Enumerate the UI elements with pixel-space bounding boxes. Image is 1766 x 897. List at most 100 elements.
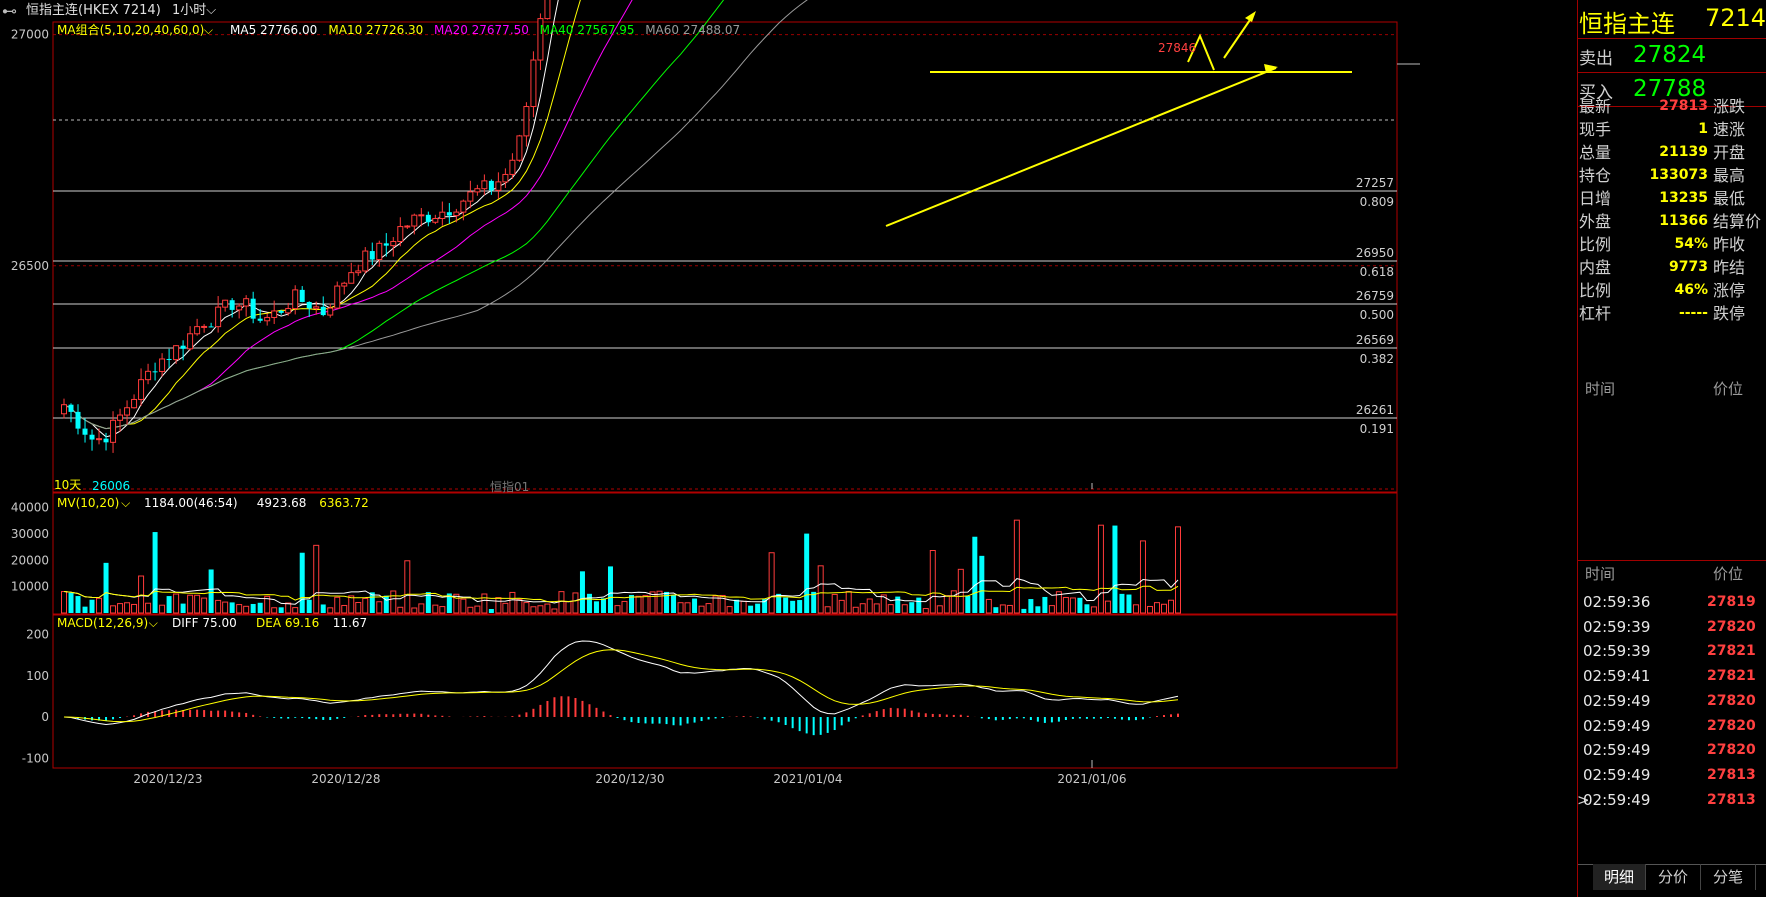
- volume-bar: [250, 603, 256, 613]
- quote-row-value: 11366: [1659, 213, 1708, 229]
- candle-body: [383, 243, 389, 246]
- tab-price-volume[interactable]: 分价: [1646, 864, 1701, 890]
- candlesticks: [61, 0, 551, 453]
- volume-bar: [824, 606, 831, 614]
- date-axis-label: 2020/12/28: [311, 772, 380, 786]
- volume-legend-value: 6363.72: [319, 496, 369, 510]
- ma-legend-value: MA5 27766.00: [230, 23, 317, 37]
- volume-bar: [600, 598, 606, 613]
- quote-row-label: 最新: [1579, 97, 1612, 116]
- candle-body: [502, 173, 509, 183]
- volume-bar: [313, 544, 320, 614]
- candle-body: [460, 200, 467, 213]
- price-panel-frame: [52, 21, 1398, 493]
- chart-area[interactable]: 27257 0.809 26950 0.618 26759 0.500 26569 0.382…: [0, 0, 1576, 897]
- quote-row: 日增 13235 最低: [1577, 187, 1766, 210]
- volume-bar: [68, 592, 74, 613]
- quote-columns-header: 时间 价位: [1577, 376, 1766, 402]
- fib-level-price: 26950: [1356, 246, 1394, 260]
- volume-bar: [901, 604, 908, 614]
- volume-bar: [1175, 526, 1181, 614]
- quote-row-value: 21139: [1659, 144, 1708, 160]
- volume-bar: [124, 602, 131, 614]
- date-axis-label: 2021/01/06: [1057, 772, 1126, 786]
- volume-bar: [1132, 604, 1139, 614]
- ticks-col-price: 价位: [1713, 565, 1744, 583]
- volume-bar: [1153, 602, 1160, 614]
- volume-bar: [460, 598, 467, 614]
- volume-bar: [432, 604, 439, 614]
- tick-row[interactable]: >02:59:49 27813: [1577, 786, 1761, 814]
- volume-bar: [488, 608, 494, 613]
- volume-bar: [1146, 605, 1153, 614]
- candle-body: [82, 428, 88, 435]
- quote-row: 最新 27813 涨跌: [1577, 95, 1766, 118]
- candle-body: [348, 272, 355, 284]
- volume-bar: [180, 603, 186, 613]
- chevron-down-icon: ⌵: [121, 496, 130, 510]
- volume-bar: [509, 591, 516, 614]
- volume-bar: [614, 605, 621, 614]
- candle-body: [278, 310, 284, 313]
- volume-bar: [558, 591, 565, 614]
- volume-bar: [320, 604, 326, 613]
- candle-body: [138, 379, 145, 400]
- volume-bar: [355, 602, 362, 614]
- chevron-down-icon: ⌵: [204, 23, 213, 37]
- candle-body: [229, 300, 235, 310]
- volume-bar: [530, 606, 537, 614]
- volume-bar: [1028, 599, 1034, 613]
- quote-row-value: 133073: [1649, 167, 1708, 183]
- fib-level-ratio: 0.382: [1360, 352, 1394, 366]
- quote-row-label: 杠杆: [1579, 304, 1612, 323]
- volume-bar: [859, 603, 866, 614]
- date-axis-label: 2020/12/30: [595, 772, 664, 786]
- quote-row-label: 比例: [1579, 235, 1612, 254]
- quote-row-label2: 昨结: [1713, 258, 1746, 277]
- volume-legend-label: MV(10,20): [57, 496, 119, 510]
- volume-bar: [852, 606, 859, 614]
- volume-axis-label: 30000: [11, 527, 49, 541]
- candle-body: [103, 438, 109, 443]
- volume-bar: [96, 597, 103, 614]
- volume-bar: [397, 606, 404, 614]
- candle-body: [397, 226, 404, 242]
- candle-body: [306, 301, 312, 309]
- breakout-line: [1223, 13, 1255, 59]
- volume-bar: [243, 605, 250, 614]
- volume-bar: [705, 603, 712, 614]
- volume-bar: [299, 552, 305, 613]
- quote-row-label: 比例: [1579, 281, 1612, 300]
- tab-tick-trades[interactable]: 分笔: [1701, 864, 1756, 890]
- candle-body: [376, 242, 383, 261]
- volume-bar: [194, 594, 201, 614]
- candle-body: [61, 404, 67, 415]
- quote-row-label: 内盘: [1579, 258, 1612, 277]
- volume-bar: [1167, 599, 1174, 614]
- volume-bar: [145, 602, 152, 614]
- volume-bar: [993, 607, 999, 613]
- candle-body: [257, 318, 263, 321]
- volume-bar: [565, 601, 572, 614]
- candle-body: [145, 370, 152, 381]
- support-trendline: [885, 67, 1277, 227]
- volume-bar: [909, 602, 915, 613]
- volume-bar: [516, 599, 523, 614]
- volume-bar: [972, 536, 978, 613]
- candle-body: [215, 306, 222, 328]
- candle-body: [75, 411, 81, 429]
- candle-body: [467, 191, 474, 202]
- volume-bar: [734, 599, 740, 613]
- candle-body: [159, 358, 166, 372]
- volume-bar: [481, 593, 488, 614]
- macd-panel-frame: [52, 614, 1398, 769]
- candle-body: [222, 299, 229, 308]
- candle-body: [292, 289, 299, 310]
- volume-bar: [586, 593, 592, 613]
- candle-body: [299, 289, 305, 302]
- tab-details[interactable]: 明细: [1593, 864, 1646, 890]
- volume-bar: [208, 569, 214, 613]
- volume-bar: [895, 596, 901, 613]
- fib-level-ratio: 0.500: [1360, 308, 1394, 322]
- volume-bar: [376, 601, 383, 614]
